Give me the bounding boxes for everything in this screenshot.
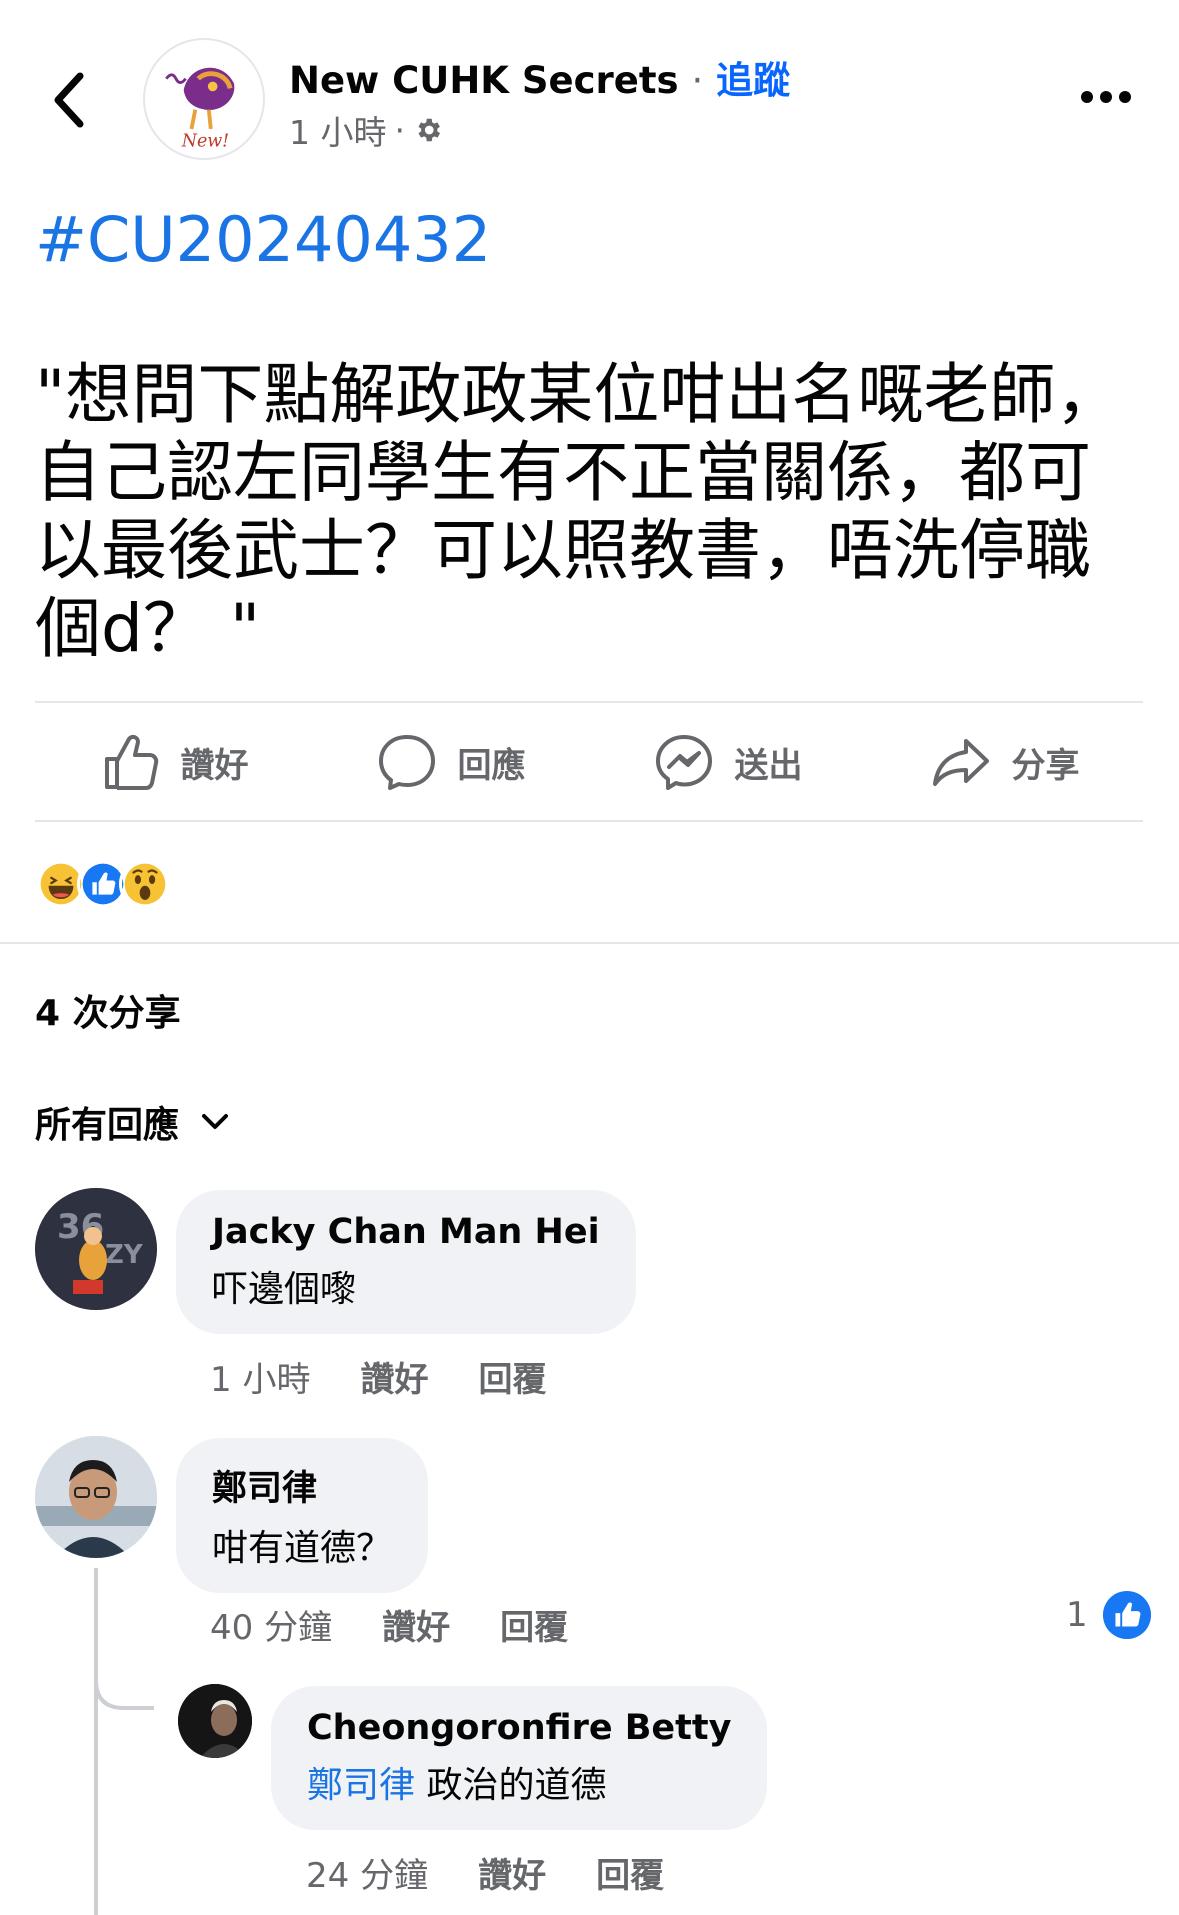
comment-like-button[interactable]: 讚好	[360, 1352, 428, 1401]
comment-meta: 24 分鐘 讚好 回覆	[306, 1848, 664, 1897]
comment-text: 咁有道德？	[212, 1528, 393, 1569]
share-count[interactable]: 4 次分享	[35, 984, 181, 1036]
share-button[interactable]: 分享	[866, 703, 1143, 821]
page-avatar[interactable]: New!	[143, 38, 265, 160]
comment-meta: 40 分鐘 讚好 回覆	[210, 1600, 568, 1649]
post-hashtag[interactable]: #CU20240432	[35, 203, 491, 276]
reply-text: 鄭司律 政治的道德	[307, 1756, 731, 1808]
post-meta: 1 小時 ·	[289, 106, 443, 154]
reply-bubble[interactable]: Cheongoronfire Betty 鄭司律 政治的道德	[271, 1686, 768, 1830]
title-separator: ·	[691, 59, 704, 102]
follow-button[interactable]: 追蹤	[716, 59, 790, 102]
divider-bottom	[35, 820, 1143, 822]
commenter-avatar[interactable]: 36 ZY	[35, 1188, 157, 1310]
section-divider	[0, 942, 1179, 944]
avatar-image-icon	[178, 1684, 252, 1758]
more-options-icon[interactable]	[1080, 90, 1132, 104]
page-title[interactable]: New CUHK Secrets · 追蹤	[289, 50, 790, 104]
reaction-summary[interactable]	[35, 858, 171, 910]
thread-line	[94, 1568, 98, 1915]
post-text: "想問下點解政政某位咁出名嘅老師， 自己認左同學生有不正當關係，都可 以最後武士…	[35, 356, 1122, 667]
comment-time[interactable]: 24 分鐘	[306, 1848, 428, 1897]
post-actions: 讚好 回應 送出 分享	[35, 703, 1143, 821]
comment-time[interactable]: 40 分鐘	[210, 1600, 332, 1649]
chevron-down-icon	[202, 1114, 229, 1129]
comment-reply-button[interactable]: 回覆	[478, 1352, 546, 1401]
comment-reply-button[interactable]: 回覆	[500, 1600, 568, 1649]
like-label: 讚好	[180, 745, 249, 786]
wow-reaction-icon	[119, 858, 171, 910]
svg-text:ZY: ZY	[105, 1240, 144, 1270]
privacy-gear-icon	[418, 118, 440, 142]
post-time[interactable]: 1 小時	[289, 106, 387, 154]
page-logo-icon: New!	[147, 42, 261, 156]
comment-filter-dropdown[interactable]: 所有回應	[35, 1096, 229, 1148]
comment-label: 回應	[457, 745, 526, 786]
comment-button[interactable]: 回應	[312, 703, 589, 821]
avatar-image-icon	[35, 1436, 157, 1558]
thread-branch	[94, 1640, 154, 1710]
comment-like-button[interactable]: 讚好	[382, 1600, 450, 1649]
share-label: 分享	[1011, 745, 1080, 786]
filter-label: 所有回應	[35, 1105, 180, 1146]
meta-separator: ·	[394, 110, 406, 150]
back-icon[interactable]	[48, 70, 92, 130]
svg-text:New!: New!	[181, 131, 229, 151]
send-button[interactable]: 送出	[589, 703, 866, 821]
like-button[interactable]: 讚好	[35, 703, 312, 821]
comment-reply-button[interactable]: 回覆	[596, 1848, 664, 1897]
mention-link[interactable]: 鄭司律	[307, 1765, 415, 1806]
share-icon	[932, 739, 989, 786]
page-name[interactable]: New CUHK Secrets	[289, 59, 679, 102]
comment-bubble[interactable]: Jacky Chan Man Hei 吓邊個嚟	[176, 1190, 636, 1334]
commenter-name[interactable]: Cheongoronfire Betty	[307, 1708, 731, 1748]
like-reaction-icon	[1102, 1590, 1151, 1640]
comment-text: 吓邊個嚟	[212, 1269, 357, 1310]
comment-icon	[378, 735, 435, 790]
avatar-image-icon: 36 ZY	[35, 1188, 157, 1310]
commenter-name[interactable]: 鄭司律	[212, 1460, 392, 1511]
like-count-value: 1	[1066, 1595, 1088, 1635]
like-icon	[104, 734, 158, 790]
comment-bubble[interactable]: 鄭司律 咁有道德？	[176, 1438, 429, 1593]
comment-meta: 1 小時 讚好 回覆	[210, 1352, 546, 1401]
reply-body: 政治的道德	[426, 1765, 607, 1806]
comment-time[interactable]: 1 小時	[210, 1352, 310, 1401]
commenter-avatar[interactable]	[178, 1684, 252, 1758]
messenger-icon	[655, 735, 712, 790]
commenter-name[interactable]: Jacky Chan Man Hei	[212, 1212, 600, 1252]
send-label: 送出	[734, 745, 803, 786]
commenter-avatar[interactable]	[35, 1436, 157, 1558]
comment-like-count[interactable]: 1	[1066, 1590, 1152, 1640]
comment-like-button[interactable]: 讚好	[478, 1848, 546, 1897]
